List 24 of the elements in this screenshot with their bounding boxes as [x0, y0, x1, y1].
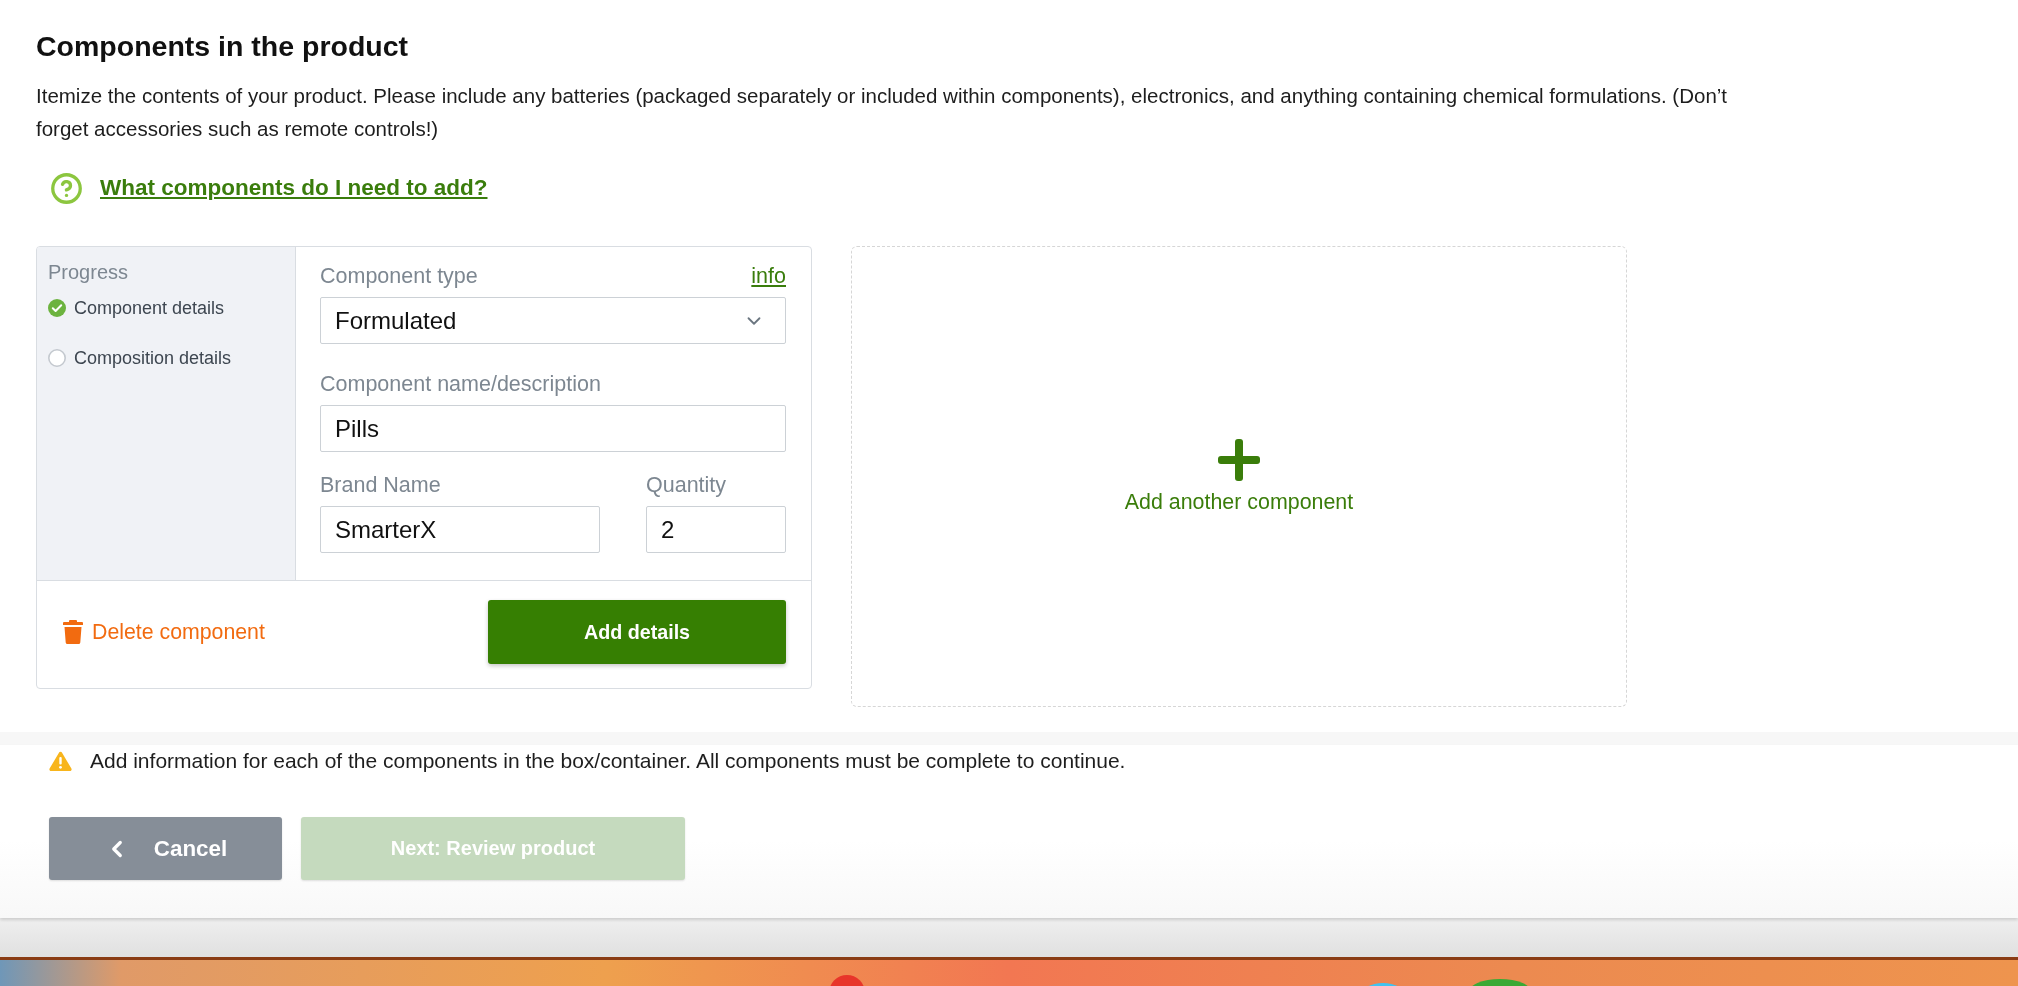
page-title: Components in the product — [36, 29, 409, 64]
add-details-button[interactable]: Add details — [488, 600, 786, 664]
field-label: Component name/description — [320, 371, 601, 397]
brand-name-field[interactable]: SmarterX — [320, 506, 600, 553]
quantity-field[interactable]: 2 — [646, 506, 786, 553]
progress-title: Progress — [48, 260, 129, 284]
field-label: Component type — [320, 263, 478, 289]
help-icon — [50, 171, 83, 205]
field-label: Quantity — [646, 472, 727, 498]
delete-button[interactable]: Delete component — [63, 619, 265, 645]
step-label: Component details — [74, 297, 225, 319]
plus-icon — [1218, 438, 1260, 481]
info-link[interactable]: info — [751, 263, 786, 289]
trash-icon — [63, 620, 83, 644]
cancel-button[interactable]: Cancel — [49, 817, 282, 880]
field-label: Brand Name — [320, 472, 441, 498]
step-label: Composition details — [74, 347, 232, 369]
warning-icon — [49, 751, 72, 771]
component-name-field[interactable]: Pills — [320, 405, 786, 452]
component-type-select[interactable]: Formulated — [320, 297, 786, 344]
help-link[interactable]: What components do I need to add? — [100, 175, 488, 201]
warning-message: Add information for each of the components in the box/container. All components must be complete to continue. — [90, 749, 1126, 773]
page-description: Itemize the contents of your product. Please include any batteries (packaged separately or included within components), electronics, and anything containing chemical formulations. (Don’t forget accessories such as remote controls!) — [36, 83, 1729, 142]
add-component-button[interactable]: Add another component — [851, 246, 1627, 707]
